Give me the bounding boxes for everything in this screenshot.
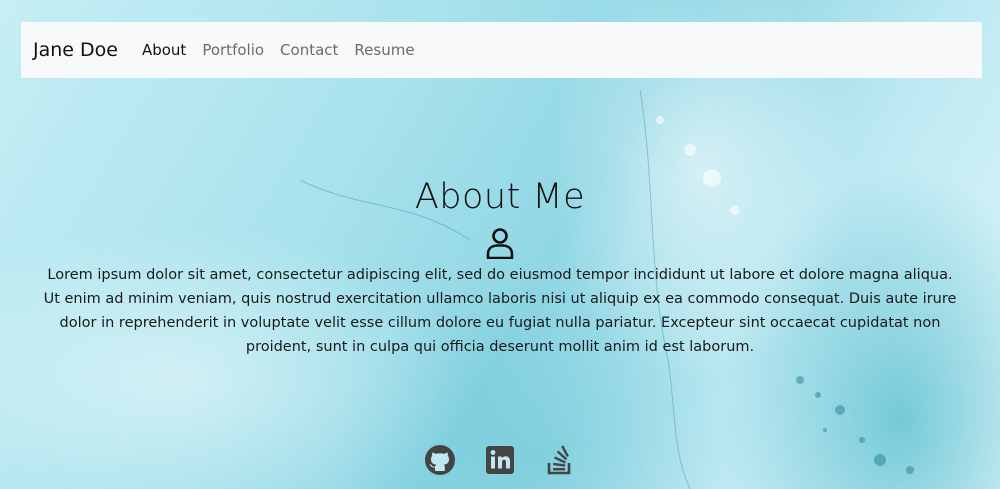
nav-links: About Portfolio Contact Resume: [142, 41, 415, 59]
brand-link[interactable]: Jane Doe: [33, 39, 118, 61]
social-links: [0, 444, 1000, 476]
stackoverflow-link[interactable]: [544, 444, 576, 476]
person-icon: [486, 228, 514, 259]
nav-link-resume[interactable]: Resume: [354, 41, 414, 59]
stackoverflow-icon: [547, 445, 571, 475]
about-section: About Me Lorem ipsum dolor sit amet, con…: [0, 175, 1000, 359]
nav-link-portfolio[interactable]: Portfolio: [202, 41, 264, 59]
about-title: About Me: [414, 177, 586, 217]
navbar: Jane Doe About Portfolio Contact Resume: [21, 22, 982, 78]
github-icon: [425, 445, 455, 475]
nav-link-about[interactable]: About: [142, 41, 186, 59]
about-body: Lorem ipsum dolor sit amet, consectetur …: [43, 267, 957, 355]
nav-link-contact[interactable]: Contact: [280, 41, 338, 59]
linkedin-icon: [486, 446, 514, 474]
linkedin-link[interactable]: [484, 444, 516, 476]
github-link[interactable]: [424, 444, 456, 476]
